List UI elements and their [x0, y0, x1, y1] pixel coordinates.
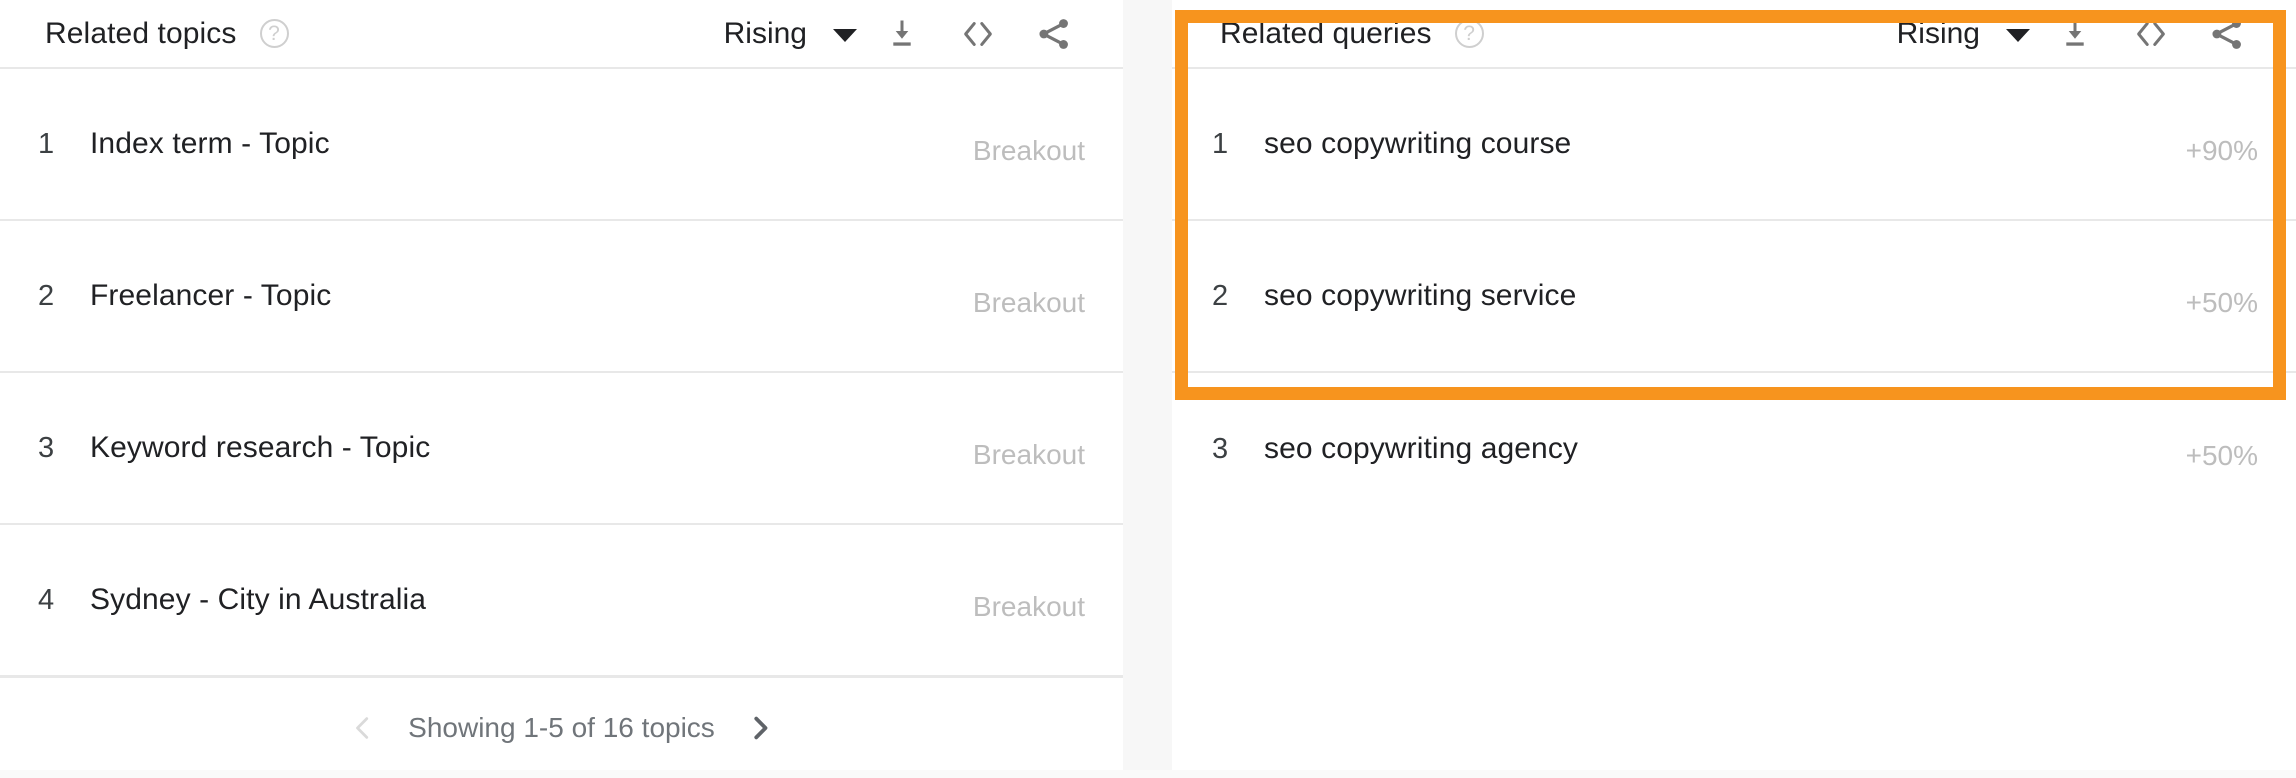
table-row[interactable]: 3 seo copywriting agency +50%	[1172, 373, 2296, 525]
row-title: Freelancer - Topic	[90, 279, 331, 313]
page-title: Related queries	[1220, 17, 1432, 51]
related-topics-header: Related topics ? Rising	[0, 0, 1123, 69]
table-row[interactable]: 2 seo copywriting service +50%	[1172, 221, 2296, 373]
related-queries-list: 1 seo copywriting course +90% 2 seo copy…	[1172, 69, 2296, 525]
row-value: Breakout	[973, 577, 1085, 623]
help-circle-icon[interactable]: ?	[1455, 19, 1484, 48]
table-row[interactable]: 4 Sydney - City in Australia Breakout	[0, 525, 1123, 677]
pagination: Showing 1-5 of 16 topics	[0, 676, 1123, 778]
share-icon[interactable]	[2196, 3, 2258, 65]
row-value: +50%	[2186, 273, 2258, 319]
row-value: +90%	[2186, 121, 2258, 167]
bottom-strip	[0, 770, 2296, 778]
pagination-label: Showing 1-5 of 16 topics	[408, 712, 715, 744]
table-row[interactable]: 3 Keyword research - Topic Breakout	[0, 373, 1123, 525]
row-title: Sydney - City in Australia	[90, 583, 426, 617]
row-rank: 4	[38, 584, 90, 617]
sort-dropdown-label: Rising	[724, 17, 807, 51]
row-title: Index term - Topic	[90, 127, 330, 161]
embed-code-icon[interactable]	[2120, 3, 2182, 65]
chevron-right-icon[interactable]	[737, 705, 783, 751]
chevron-left-icon[interactable]	[340, 705, 386, 751]
row-rank: 1	[1212, 128, 1264, 161]
download-icon[interactable]	[2044, 3, 2106, 65]
row-value: Breakout	[973, 121, 1085, 167]
help-circle-icon[interactable]: ?	[260, 19, 289, 48]
related-queries-header: Related queries ? Rising	[1172, 0, 2296, 69]
row-title: seo copywriting service	[1264, 279, 1576, 313]
related-topics-controls: Rising	[724, 3, 1085, 65]
related-queries-controls: Rising	[1897, 3, 2258, 65]
related-topics-list: 1 Index term - Topic Breakout 2 Freelanc…	[0, 69, 1123, 778]
embed-code-icon[interactable]	[947, 3, 1009, 65]
row-rank: 2	[38, 280, 90, 313]
row-rank: 3	[1212, 433, 1264, 466]
download-icon[interactable]	[871, 3, 933, 65]
row-value: Breakout	[973, 273, 1085, 319]
chevron-down-icon	[2006, 29, 2030, 42]
table-row[interactable]: 1 Index term - Topic Breakout	[0, 69, 1123, 221]
row-value: Breakout	[973, 425, 1085, 471]
sort-dropdown-queries[interactable]: Rising	[1897, 17, 2030, 51]
row-title: seo copywriting agency	[1264, 432, 1578, 466]
row-rank: 1	[38, 128, 90, 161]
sort-dropdown-topics[interactable]: Rising	[724, 17, 857, 51]
sort-dropdown-label: Rising	[1897, 17, 1980, 51]
share-icon[interactable]	[1023, 3, 1085, 65]
row-title: seo copywriting course	[1264, 127, 1571, 161]
page-title: Related topics	[45, 17, 237, 51]
row-rank: 2	[1212, 280, 1264, 313]
related-topics-panel: Related topics ? Rising	[0, 0, 1123, 778]
table-row[interactable]: 2 Freelancer - Topic Breakout	[0, 221, 1123, 373]
table-row[interactable]: 1 seo copywriting course +90%	[1172, 69, 2296, 221]
trends-related-panels: Related topics ? Rising	[0, 0, 2296, 778]
related-queries-panel: Related queries ? Rising	[1172, 0, 2296, 778]
row-value: +50%	[2186, 426, 2258, 472]
chevron-down-icon	[833, 29, 857, 42]
row-title: Keyword research - Topic	[90, 431, 430, 465]
row-rank: 3	[38, 432, 90, 465]
